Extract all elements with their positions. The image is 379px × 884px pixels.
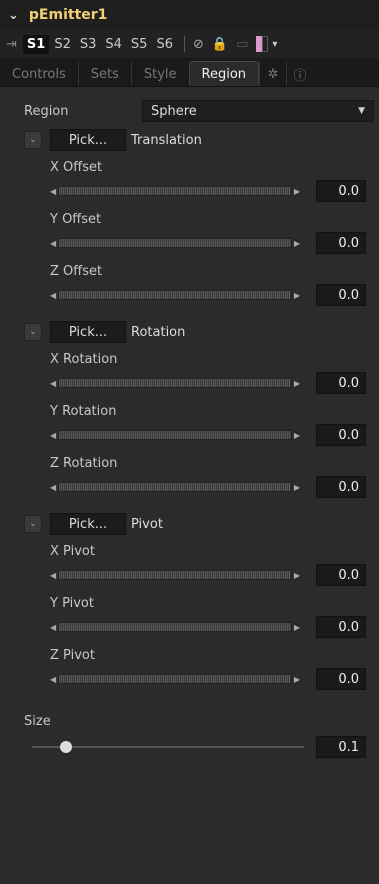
slider-label: X Rotation [50,352,118,367]
value-field[interactable]: 0.0 [316,372,366,394]
region-value: Sphere [151,103,197,119]
region-label: Region [24,103,69,119]
slider-label: Z Rotation [50,456,118,471]
divider [183,36,185,52]
tool-header[interactable]: ⌄ pEmitter1 [0,0,379,30]
value-field[interactable]: 0.0 [316,232,366,254]
slider-y-rotation: Y Rotation ◀ ▶ 0.0 [0,403,379,447]
version-s2[interactable]: S2 [50,35,75,54]
caret-down-icon[interactable]: ▾ [272,39,277,50]
gear-icon[interactable]: ✲ [259,62,286,86]
info-icon[interactable]: ⓘ [286,62,313,86]
slider-label: X Offset [50,160,103,175]
lock-icon[interactable]: 🔒 [212,37,228,52]
collapse-icon[interactable]: ⌄ [24,515,42,533]
version-s6[interactable]: S6 [152,35,177,54]
slider-label: Z Pivot [50,648,95,663]
version-s3[interactable]: S3 [76,35,101,54]
slider-track[interactable]: ◀ ▶ [50,622,300,632]
dropdown-arrow-icon: ▼ [358,106,365,116]
collapse-icon[interactable]: ⌄ [24,323,42,341]
group-translation: ⌄ Pick... Translation [0,129,379,151]
version-bar: ⇥ S1 S2 S3 S4 S5 S6 ⊘ 🔒 ▭ ▾ [0,30,379,58]
slider-label: Y Pivot [50,596,94,611]
size-label: Size [24,714,51,729]
tab-controls[interactable]: Controls [0,62,79,86]
slider-label: X Pivot [50,544,95,559]
slider-track[interactable]: ◀ ▶ [50,430,300,440]
value-field[interactable]: 0.0 [316,616,366,638]
slider-z-rotation: Z Rotation ◀ ▶ 0.0 [0,455,379,499]
tab-sets[interactable]: Sets [79,62,132,86]
pick-button[interactable]: Pick... [50,129,126,151]
slider-track[interactable]: ◀ ▶ [50,482,300,492]
disable-icon[interactable]: ⊘ [193,37,204,52]
slider-label: Y Rotation [50,404,117,419]
slider-track[interactable]: ◀ ▶ [50,186,300,196]
value-field[interactable]: 0.0 [316,564,366,586]
pick-button[interactable]: Pick... [50,321,126,343]
slider-z-offset: Z Offset ◀ ▶ 0.0 [0,263,379,307]
pick-button[interactable]: Pick... [50,513,126,535]
pin-icon[interactable]: ⇥ [6,37,17,52]
slider-x-pivot: X Pivot ◀ ▶ 0.0 [0,543,379,587]
version-s5[interactable]: S5 [127,35,152,54]
slider-track[interactable]: ◀ ▶ [50,378,300,388]
region-dropdown[interactable]: Sphere ▼ [142,100,374,122]
collapse-icon[interactable]: ⌄ [24,131,42,149]
color-swatch[interactable] [256,36,269,52]
size-slider: 0.1 [0,735,379,759]
region-panel: Region Sphere ▼ ⌄ Pick... Translation X … [0,87,379,759]
value-field[interactable]: 0.0 [316,284,366,306]
tab-bar: Controls Sets Style Region ✲ ⓘ [0,58,379,87]
slider-x-offset: X Offset ◀ ▶ 0.0 [0,159,379,203]
tool-title: pEmitter1 [28,7,108,23]
slider-track[interactable]: ◀ ▶ [50,674,300,684]
group-label: Translation [131,132,202,148]
value-field[interactable]: 0.0 [316,180,366,202]
tab-style[interactable]: Style [132,62,189,86]
group-rotation: ⌄ Pick... Rotation [0,321,379,343]
region-row: Region Sphere ▼ [0,99,379,123]
slider-x-rotation: X Rotation ◀ ▶ 0.0 [0,351,379,395]
group-label: Rotation [131,324,186,340]
value-field[interactable]: 0.0 [316,476,366,498]
slider-knob[interactable] [60,741,72,753]
chevron-down-icon[interactable]: ⌄ [8,8,19,23]
slider-z-pivot: Z Pivot ◀ ▶ 0.0 [0,647,379,691]
slider-track[interactable]: ◀ ▶ [50,570,300,580]
size-track[interactable] [32,741,304,753]
cache-icon[interactable]: ▭ [236,37,248,52]
version-s4[interactable]: S4 [101,35,126,54]
tab-region[interactable]: Region [188,61,260,86]
value-field[interactable]: 0.0 [316,424,366,446]
group-pivot: ⌄ Pick... Pivot [0,513,379,535]
slider-track[interactable]: ◀ ▶ [50,238,300,248]
size-value-field[interactable]: 0.1 [316,736,366,758]
slider-y-pivot: Y Pivot ◀ ▶ 0.0 [0,595,379,639]
slider-y-offset: Y Offset ◀ ▶ 0.0 [0,211,379,255]
value-field[interactable]: 0.0 [316,668,366,690]
slider-label: Z Offset [50,264,103,279]
slider-label: Y Offset [50,212,102,227]
version-s1[interactable]: S1 [22,34,50,54]
bottom-bar [0,872,379,884]
slider-track[interactable]: ◀ ▶ [50,290,300,300]
group-label: Pivot [131,516,163,532]
